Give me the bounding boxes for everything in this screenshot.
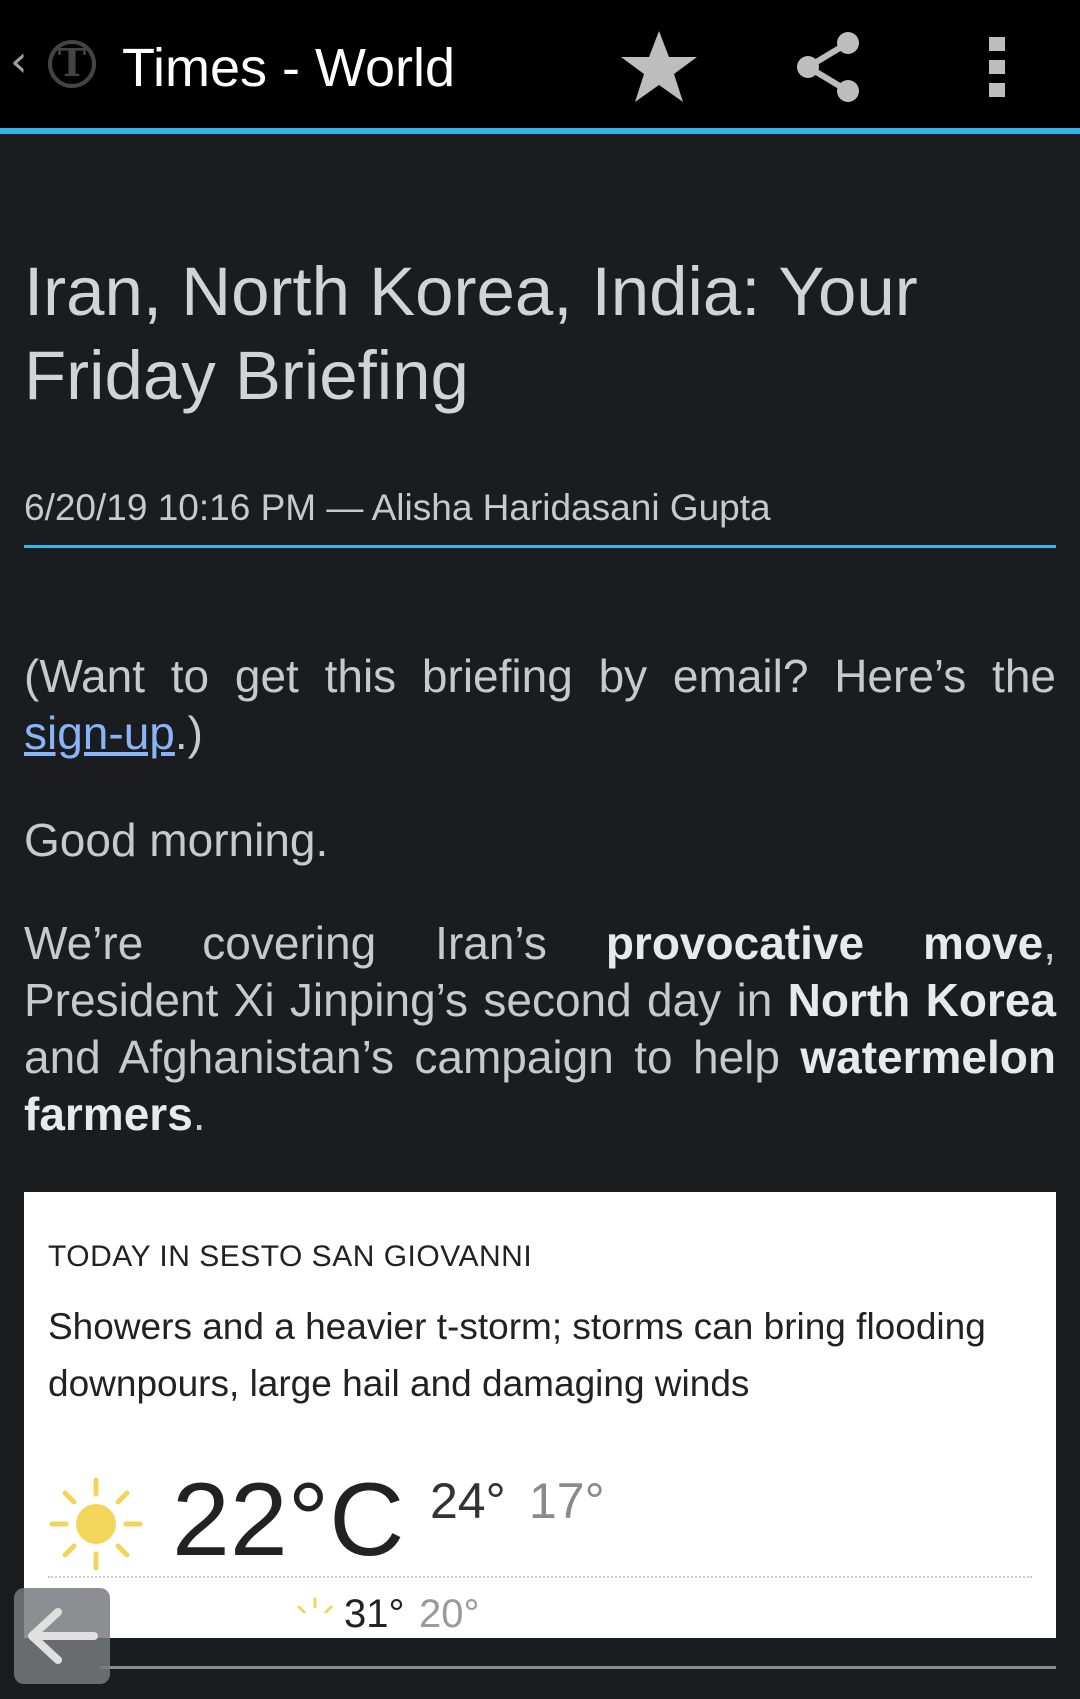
article-paragraph-summary: We’re covering Iran’s provocative move, … [24,915,1056,1143]
action-bar: ‹ T Times - World [0,0,1080,134]
app-title: Times - World [122,38,456,98]
sun-icon [49,1477,143,1571]
bold-phrase: North Korea [787,974,1056,1026]
weather-divider [48,1576,1032,1578]
bold-phrase: provocative move [605,917,1044,969]
weather-description: Showers and a heavier t-storm; storms ca… [48,1306,986,1404]
article-paragraph-greeting: Good morning. [24,814,329,866]
article-headline: Iran, North Korea, India: Your Friday Br… [24,253,918,414]
star-icon [621,31,697,102]
favorite-button[interactable] [614,22,704,112]
share-icon [797,32,859,102]
share-button[interactable] [783,22,873,112]
arrow-left-icon [28,1608,98,1664]
svg-text:T: T [58,40,86,85]
current-temperature: 22°C [172,1462,405,1578]
low-temperature: 17° [529,1473,605,1529]
back-button[interactable] [14,1588,110,1684]
sun-icon [297,1597,333,1614]
nyt-logo-icon[interactable]: T [46,30,98,94]
paragraph-text: We’re covering Iran’s [24,917,606,969]
more-vert-icon [989,37,1005,97]
weather-location-title: TODAY IN SESTO SAN GIOVANNI [48,1240,533,1273]
scroll-indicator [100,1666,1056,1669]
weather-card: TODAY IN SESTO SAN GIOVANNI Showers and … [24,1192,1056,1638]
paragraph-text: .) [174,707,203,759]
article-scroll-view[interactable]: Iran, North Korea, India: Your Friday Br… [0,140,1080,1638]
paragraph-text: . [192,1088,206,1140]
chevron-left-icon[interactable]: ‹ [10,40,28,84]
overflow-menu-button[interactable] [952,22,1042,112]
paragraph-text: (Want to get this briefing by email? Her… [24,650,1056,702]
high-temperature: 24° [430,1473,506,1529]
article-paragraph-signup: (Want to get this briefing by email? Her… [24,648,1056,762]
paragraph-text: and Afghanistan’s campaign to help [24,1031,801,1083]
article-byline: 6/20/19 10:16 PM — Alisha Haridasani Gup… [24,485,1056,548]
forecast-high-temperature: 31° [344,1592,405,1636]
forecast-low-temperature: 20° [419,1592,480,1636]
signup-link[interactable]: sign-up [24,707,175,759]
